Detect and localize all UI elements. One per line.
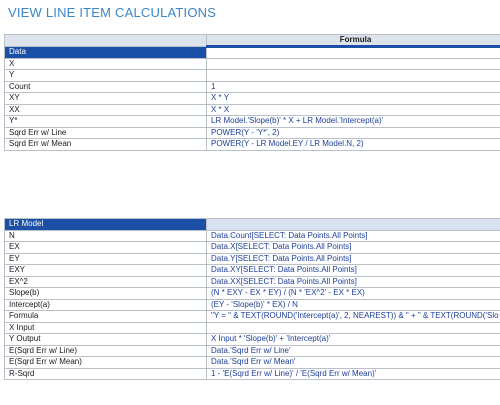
line-item-name[interactable]: EX: [4, 241, 207, 254]
line-item-formula[interactable]: Data.'Sqrd Err w/ Mean': [206, 356, 500, 369]
line-item-formula[interactable]: 1: [206, 80, 500, 93]
table-row[interactable]: E(Sqrd Err w/ Line) Data.'Sqrd Err w/ Lin…: [4, 344, 500, 357]
line-item-name[interactable]: EY: [4, 252, 207, 265]
table-row[interactable]: XX X * X: [4, 103, 500, 116]
line-item-formula[interactable]: X * X: [206, 103, 500, 116]
table-row[interactable]: EX Data.X[SELECT: Data Points.All Points]: [4, 241, 500, 254]
table-row[interactable]: Count 1: [4, 80, 500, 93]
line-item-formula[interactable]: [206, 57, 500, 70]
line-item-formula[interactable]: (N * EXY - EX * EY) / (N * 'EX^2' - EX *…: [206, 287, 500, 300]
table-row[interactable]: Formula "Y = " & TEXT(ROUND('Intercept(a)…: [4, 310, 500, 323]
line-item-formula[interactable]: LR Model.'Slope(b)' * X + LR Model.'Inte…: [206, 115, 500, 128]
lr-model-section-label: LR Model: [4, 218, 207, 231]
formula-column-header[interactable]: Formula: [206, 34, 500, 47]
lr-model-section-header[interactable]: LR Model: [4, 218, 500, 231]
line-item-name[interactable]: Y*: [4, 115, 207, 128]
table-row[interactable]: EY Data.Y[SELECT: Data Points.All Points]: [4, 252, 500, 265]
lr-model-section-accent: [206, 218, 500, 231]
data-section-label: Data: [4, 46, 207, 59]
table-row[interactable]: N Data.Count[SELECT: Data Points.All Poin…: [4, 229, 500, 242]
line-item-formula[interactable]: [206, 69, 500, 82]
line-item-name[interactable]: N: [4, 229, 207, 242]
line-item-name[interactable]: EXY: [4, 264, 207, 277]
line-item-name[interactable]: R-Sqrd: [4, 367, 207, 380]
table-row[interactable]: R-Sqrd 1 - 'E(Sqrd Err w/ Line)' / 'E(Sqr…: [4, 367, 500, 380]
line-item-name[interactable]: Slope(b): [4, 287, 207, 300]
lr-model-line-items-table: LR Model N Data.Count[SELECT: Data Points…: [4, 218, 500, 380]
line-item-name[interactable]: Sqrd Err w/ Mean: [4, 138, 207, 151]
line-item-name[interactable]: EX^2: [4, 275, 207, 288]
table-row[interactable]: EX^2 Data.XX[SELECT: Data Points.All Poin…: [4, 275, 500, 288]
table-row[interactable]: Intercept(a) (EY - 'Slope(b)' * EX) / N: [4, 298, 500, 311]
table-row[interactable]: EXY Data.XY[SELECT: Data Points.All Point…: [4, 264, 500, 277]
line-item-formula[interactable]: Data.Y[SELECT: Data Points.All Points]: [206, 252, 500, 265]
line-item-name[interactable]: Formula: [4, 310, 207, 323]
table-row[interactable]: X Input: [4, 321, 500, 334]
line-item-formula[interactable]: Data.XY[SELECT: Data Points.All Points]: [206, 264, 500, 277]
line-item-formula[interactable]: X * Y: [206, 92, 500, 105]
table-row[interactable]: E(Sqrd Err w/ Mean) Data.'Sqrd Err w/ Mea…: [4, 356, 500, 369]
table-row[interactable]: Sqrd Err w/ Line POWER(Y - 'Y*', 2): [4, 126, 500, 139]
line-item-name[interactable]: E(Sqrd Err w/ Line): [4, 344, 207, 357]
line-item-formula[interactable]: Data.XX[SELECT: Data Points.All Points]: [206, 275, 500, 288]
line-item-formula[interactable]: [206, 321, 500, 334]
line-item-name[interactable]: X Input: [4, 321, 207, 334]
line-item-name[interactable]: Intercept(a): [4, 298, 207, 311]
line-item-formula[interactable]: (EY - 'Slope(b)' * EX) / N: [206, 298, 500, 311]
line-item-name[interactable]: XY: [4, 92, 207, 105]
table-row[interactable]: Slope(b) (N * EXY - EX * EY) / (N * 'EX^2…: [4, 287, 500, 300]
line-item-formula[interactable]: Data.Count[SELECT: Data Points.All Point…: [206, 229, 500, 242]
formula-header-row: Formula: [4, 34, 500, 47]
table-row[interactable]: Y* LR Model.'Slope(b)' * X + LR Model.'In…: [4, 115, 500, 128]
line-item-name[interactable]: XX: [4, 103, 207, 116]
table-row[interactable]: Y Output X Input * 'Slope(b)' + 'Intercep…: [4, 333, 500, 346]
line-item-name[interactable]: Sqrd Err w/ Line: [4, 126, 207, 139]
line-item-name[interactable]: E(Sqrd Err w/ Mean): [4, 356, 207, 369]
line-item-formula[interactable]: "Y = " & TEXT(ROUND('Intercept(a)', 2, N…: [206, 310, 500, 323]
line-item-formula[interactable]: X Input * 'Slope(b)' + 'Intercept(a)': [206, 333, 500, 346]
line-item-formula[interactable]: POWER(Y - LR Model.EY / LR Model.N, 2): [206, 138, 500, 151]
line-item-formula[interactable]: Data.'Sqrd Err w/ Line': [206, 344, 500, 357]
data-section-header[interactable]: Data: [4, 45, 500, 59]
header-blank-cell: [4, 34, 207, 47]
line-item-formula[interactable]: POWER(Y - 'Y*', 2): [206, 126, 500, 139]
line-item-formula[interactable]: Data.X[SELECT: Data Points.All Points]: [206, 241, 500, 254]
data-line-items-table: Formula Data X Y Count 1 XY X * Y XX X * X Y* LR …: [4, 34, 500, 151]
page-title: VIEW LINE ITEM CALCULATIONS: [8, 5, 217, 20]
table-row[interactable]: Sqrd Err w/ Mean POWER(Y - LR Model.EY / …: [4, 138, 500, 151]
table-row[interactable]: Y: [4, 69, 500, 82]
line-item-name[interactable]: Y Output: [4, 333, 207, 346]
line-item-name[interactable]: Y: [4, 69, 207, 82]
line-item-name[interactable]: Count: [4, 80, 207, 93]
table-row[interactable]: XY X * Y: [4, 92, 500, 105]
line-item-formula[interactable]: 1 - 'E(Sqrd Err w/ Line)' / 'E(Sqrd Err …: [206, 367, 500, 380]
line-item-name[interactable]: X: [4, 57, 207, 70]
table-row[interactable]: X: [4, 57, 500, 70]
data-section-accent: [206, 45, 500, 59]
